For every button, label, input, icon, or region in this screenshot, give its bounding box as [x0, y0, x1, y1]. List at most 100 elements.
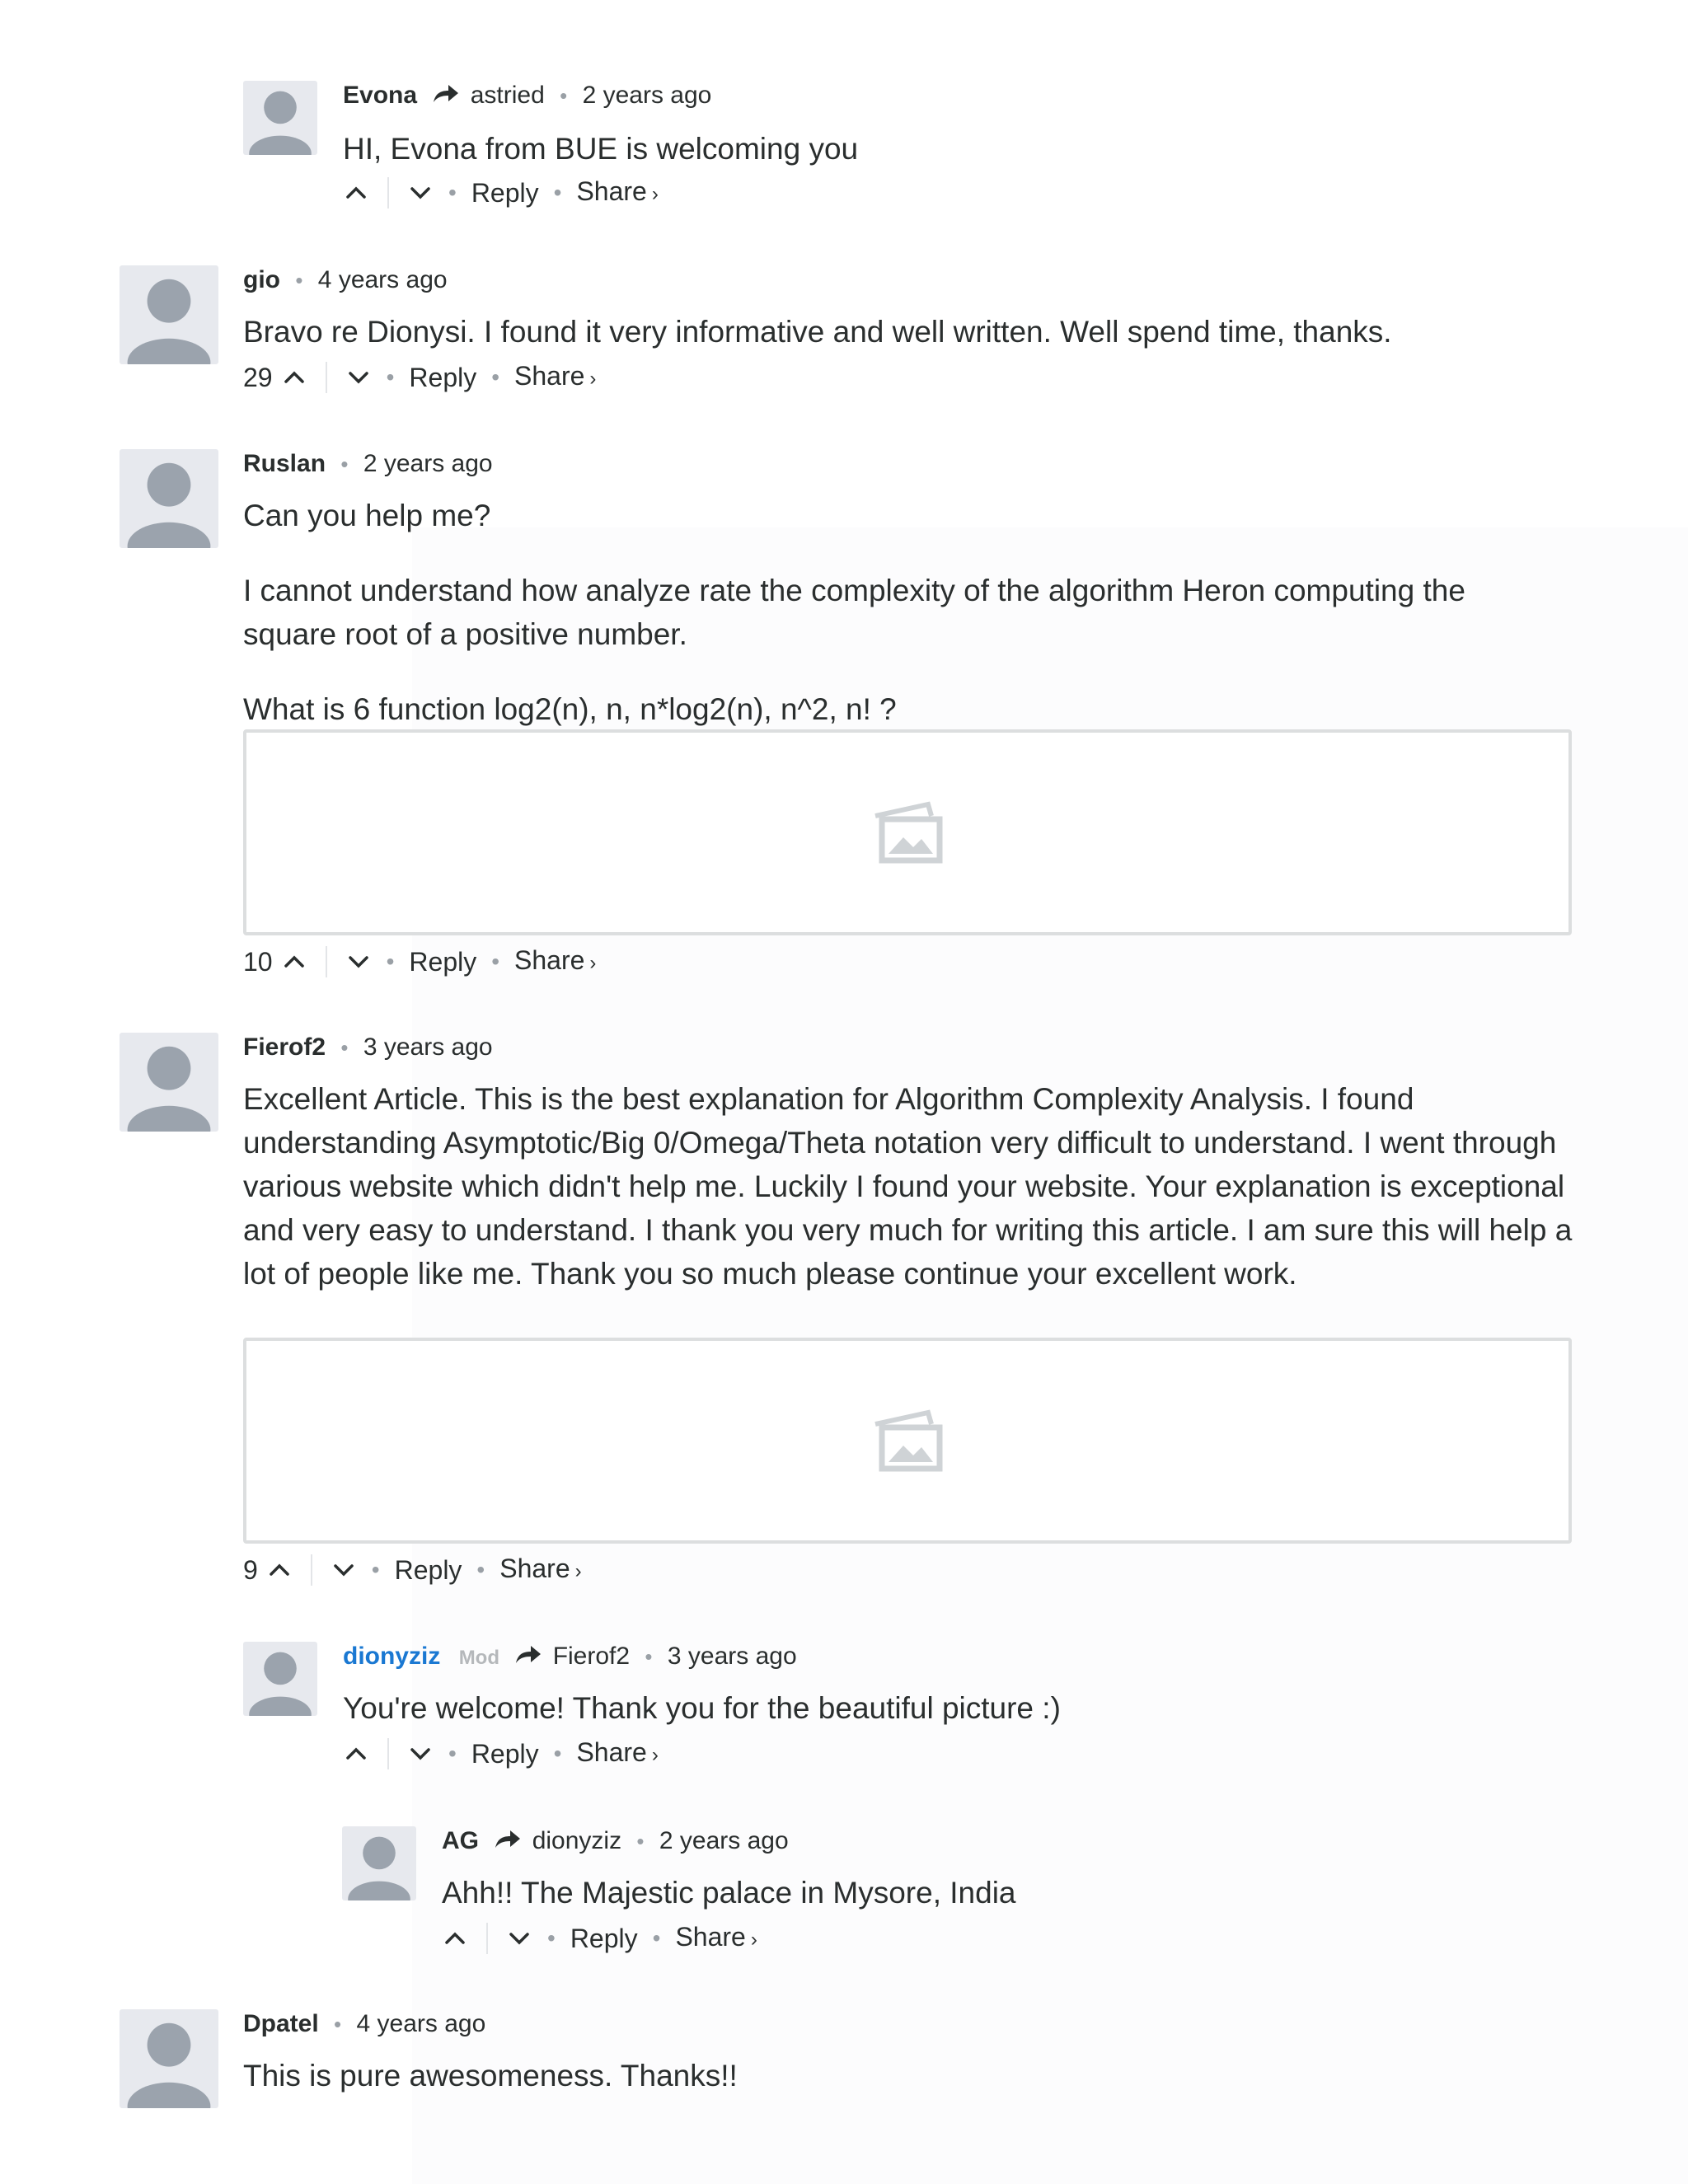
user-silhouette-icon: [127, 462, 211, 548]
chevron-up-icon[interactable]: [281, 364, 307, 391]
author-name[interactable]: Evona: [343, 82, 417, 109]
chevron-down-icon[interactable]: [407, 180, 434, 206]
share-label: Share: [514, 945, 585, 975]
chevron-down-icon[interactable]: [331, 1557, 357, 1583]
chevron-up-icon[interactable]: [266, 1557, 293, 1583]
separator-dot: •: [340, 452, 349, 476]
reply-button[interactable]: Reply: [409, 945, 476, 978]
paragraph: Can you help me?: [243, 499, 491, 532]
share-button[interactable]: Share ›: [499, 1552, 581, 1588]
comment-text: You're welcome! Thank you for the beauti…: [343, 1691, 1061, 1725]
author-name[interactable]: AG: [442, 1827, 479, 1854]
comment-image[interactable]: [243, 729, 1572, 935]
comment-footer: 9 • Reply • Share ›: [243, 1552, 582, 1588]
timestamp[interactable]: 2 years ago: [583, 82, 712, 109]
share-button[interactable]: Share ›: [514, 944, 596, 980]
author-name[interactable]: dionyziz: [343, 1643, 440, 1670]
reply-button[interactable]: Reply: [471, 176, 539, 209]
chevron-up-icon[interactable]: [281, 949, 307, 975]
separator-dot: •: [491, 364, 500, 390]
timestamp[interactable]: 3 years ago: [363, 1033, 493, 1061]
reply-button[interactable]: Reply: [395, 1554, 462, 1586]
author-name[interactable]: Dpatel: [243, 2010, 319, 2037]
avatar[interactable]: [342, 1826, 416, 1900]
separator-dot: •: [560, 83, 568, 108]
avatar[interactable]: [120, 449, 218, 548]
paragraph: I cannot understand how analyze rate the…: [243, 574, 1465, 651]
share-button[interactable]: Share ›: [576, 1736, 658, 1772]
separator-dot: •: [371, 1557, 380, 1582]
comment-footer: • Reply • Share ›: [343, 175, 659, 211]
reply-arrow-icon: [495, 1830, 521, 1848]
avatar[interactable]: [120, 2009, 218, 2108]
separator-dot: •: [553, 180, 562, 205]
separator-dot: •: [448, 180, 457, 205]
vote-count: 9: [243, 1555, 258, 1585]
divider: [325, 362, 327, 393]
divider: [310, 1554, 312, 1586]
share-button[interactable]: Share ›: [675, 1920, 757, 1957]
author-name[interactable]: gio: [243, 266, 280, 293]
vote-count: 29: [243, 363, 273, 392]
comment-image[interactable]: [243, 1338, 1572, 1544]
comment-header: gio • 4 years ago: [243, 264, 448, 297]
comment-text: Can you help me? I cannot understand how…: [243, 494, 1512, 731]
chevron-down-icon[interactable]: [345, 364, 372, 391]
share-button[interactable]: Share ›: [576, 175, 658, 211]
comment-header: AG dionyziz • 2 years ago: [442, 1825, 789, 1858]
chevron-right-icon: ›: [589, 368, 597, 390]
share-label: Share: [675, 1922, 746, 1952]
comment-text: Bravo re Dionysi. I found it very inform…: [243, 315, 1392, 349]
divider: [325, 946, 327, 977]
divider: [387, 1738, 389, 1769]
comment-text: Excellent Article. This is the best expl…: [243, 1082, 1573, 1291]
reply-button[interactable]: Reply: [409, 361, 476, 394]
separator-dot: •: [547, 1925, 556, 1951]
parent-author[interactable]: astried: [471, 82, 545, 109]
comment-footer: • Reply • Share ›: [442, 1920, 757, 1957]
separator-dot: •: [295, 268, 303, 293]
chevron-down-icon[interactable]: [506, 1925, 532, 1952]
chevron-right-icon: ›: [574, 1560, 582, 1582]
chevron-up-icon[interactable]: [343, 1741, 369, 1767]
chevron-up-icon[interactable]: [343, 180, 369, 206]
parent-author[interactable]: Fierof2: [553, 1643, 630, 1670]
separator-dot: •: [491, 949, 500, 974]
timestamp[interactable]: 2 years ago: [659, 1827, 789, 1854]
moderator-badge: Mod: [458, 1647, 499, 1669]
chevron-up-icon[interactable]: [442, 1925, 468, 1952]
share-button[interactable]: Share ›: [514, 359, 596, 396]
comment-footer: 10 • Reply • Share ›: [243, 944, 596, 980]
author-name[interactable]: Fierof2: [243, 1033, 326, 1061]
avatar[interactable]: [243, 81, 317, 155]
comment-text: This is pure awesomeness. Thanks!!: [243, 2059, 738, 2093]
comment-header: Dpatel • 4 years ago: [243, 2008, 485, 2041]
avatar[interactable]: [120, 1033, 218, 1132]
chevron-right-icon: ›: [651, 1744, 659, 1766]
timestamp[interactable]: 3 years ago: [668, 1643, 797, 1670]
user-silhouette-icon: [127, 279, 211, 364]
paragraph: What is 6 function log2(n), n, n*log2(n)…: [243, 692, 897, 726]
chevron-right-icon: ›: [750, 1929, 757, 1951]
reply-button[interactable]: Reply: [570, 1922, 638, 1955]
separator-dot: •: [553, 1741, 562, 1766]
comment-footer: • Reply • Share ›: [343, 1736, 659, 1772]
comment-header: Evona astried • 2 years ago: [343, 79, 711, 112]
reply-button[interactable]: Reply: [471, 1737, 539, 1770]
separator-dot: •: [334, 2012, 342, 2036]
chevron-down-icon[interactable]: [407, 1741, 434, 1767]
parent-author[interactable]: dionyziz: [532, 1827, 621, 1854]
timestamp[interactable]: 4 years ago: [356, 2010, 485, 2037]
separator-dot: •: [645, 1644, 653, 1669]
user-silhouette-icon: [249, 1652, 312, 1716]
avatar[interactable]: [120, 265, 218, 364]
separator-dot: •: [386, 949, 395, 974]
author-name[interactable]: Ruslan: [243, 450, 326, 477]
timestamp[interactable]: 2 years ago: [363, 450, 493, 477]
chevron-down-icon[interactable]: [345, 949, 372, 975]
comment-header: Fierof2 • 3 years ago: [243, 1031, 493, 1064]
separator-dot: •: [386, 364, 395, 390]
avatar[interactable]: [243, 1642, 317, 1716]
timestamp[interactable]: 4 years ago: [318, 266, 448, 293]
image-placeholder-icon: [874, 1409, 943, 1472]
